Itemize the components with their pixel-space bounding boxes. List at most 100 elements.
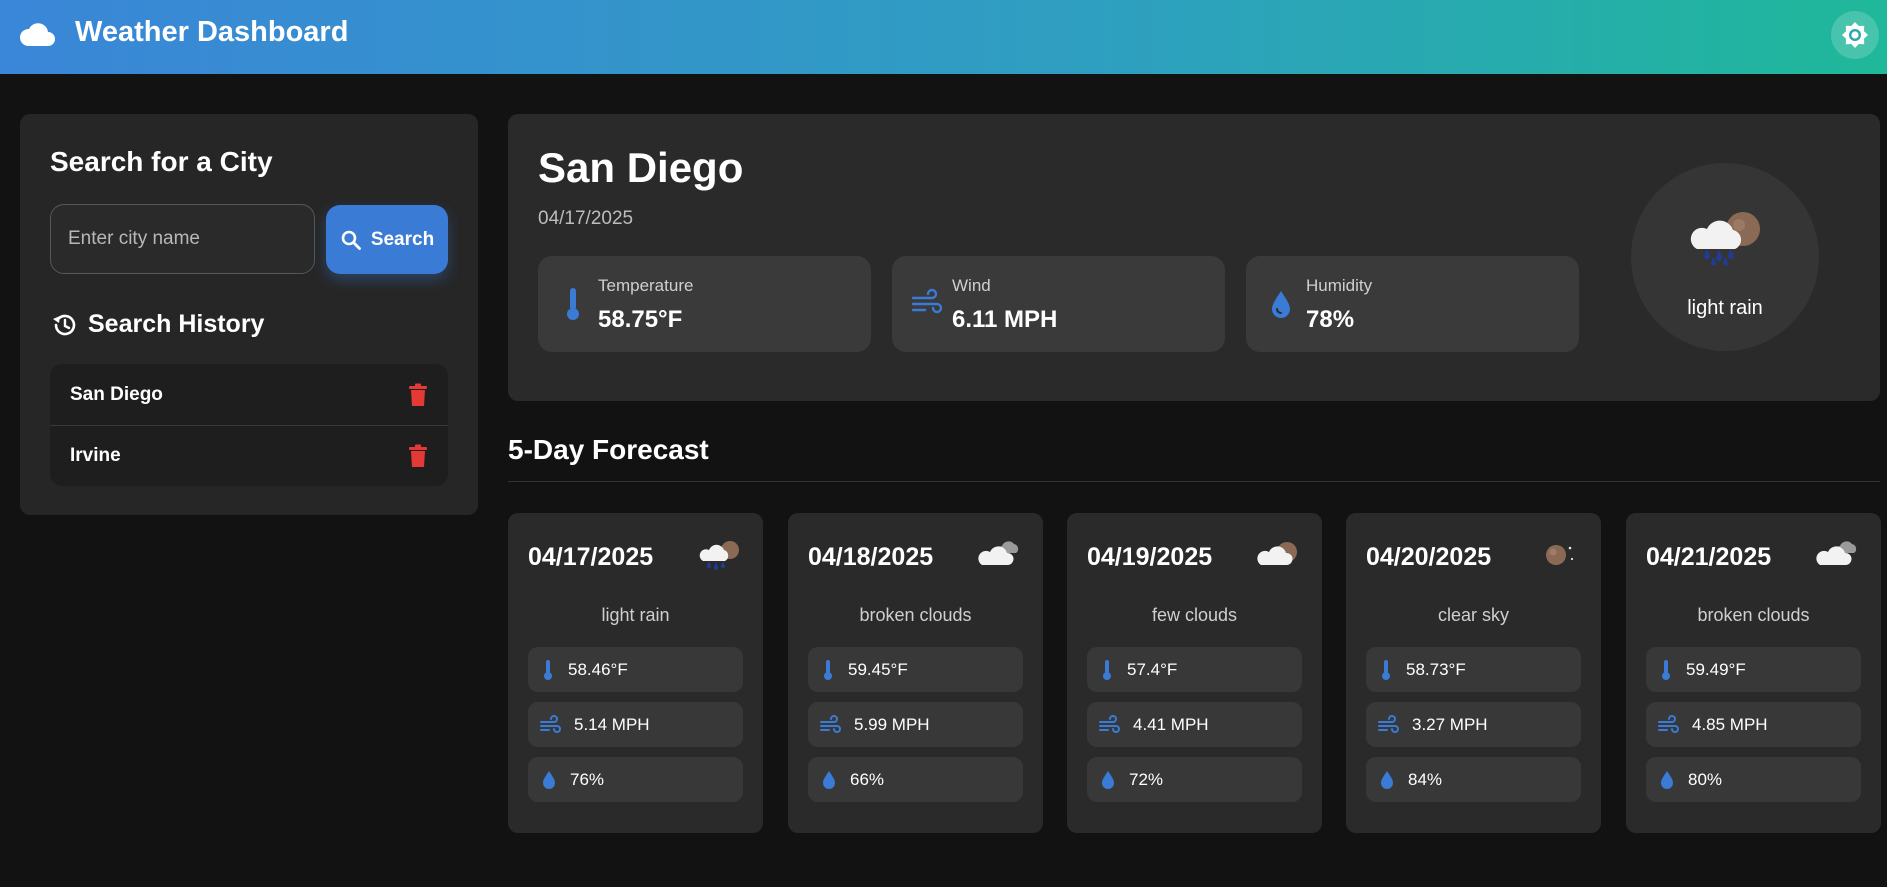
humidity-stat: Humidity 78% (1246, 256, 1579, 352)
forecast-wind: 3.27 MPH (1366, 702, 1581, 747)
app-header: Weather Dashboard (0, 0, 1887, 74)
current-condition: light rain (1631, 163, 1819, 351)
wind-stat: Wind 6.11 MPH (892, 256, 1225, 352)
forecast-humidity-value: 76% (570, 769, 605, 789)
temperature-value: 58.75°F (598, 306, 683, 333)
forecast-description: clear sky (1437, 605, 1509, 625)
forecast-temp-value: 57.4°F (1127, 659, 1178, 679)
thermometer-icon (1382, 659, 1390, 680)
history-list: San Diego Irvine (50, 364, 448, 486)
forecast-description: broken clouds (1697, 605, 1810, 625)
water-drop-icon (1381, 770, 1393, 789)
water-drop-icon (1102, 770, 1114, 789)
forecast-date: 04/21/2025 (1646, 543, 1772, 571)
history-item-san-diego[interactable]: San Diego (50, 364, 448, 425)
forecast-humidity-value: 66% (850, 769, 885, 789)
theme-toggle-button[interactable] (1831, 11, 1879, 59)
water-drop-icon (823, 770, 835, 789)
thermometer-icon (567, 288, 579, 320)
search-icon (341, 230, 361, 250)
history-item-irvine[interactable]: Irvine (50, 425, 448, 486)
clear-sky-icon (1546, 545, 1574, 565)
forecast-humidity: 80% (1646, 757, 1861, 802)
forecast-temp-value: 59.49°F (1686, 659, 1746, 679)
city-name: San Diego (538, 144, 744, 191)
forecast-title: 5-Day Forecast (508, 434, 709, 465)
forecast-wind-value: 3.27 MPH (1412, 714, 1488, 734)
forecast-card: 04/20/2025 clear sky 58.73°F 3.27 MPH 84… (1346, 513, 1601, 833)
forecast-card: 04/17/2025 light rain 58.46°F 5.14 MPH 7… (508, 513, 763, 833)
forecast-temperature: 58.73°F (1366, 647, 1581, 692)
forecast-date: 04/19/2025 (1087, 543, 1213, 571)
thermometer-icon (544, 659, 552, 680)
forecast-wind: 4.85 MPH (1646, 702, 1861, 747)
humidity-value: 78% (1306, 306, 1355, 333)
wind-icon (911, 288, 943, 314)
search-title: Search for a City (50, 146, 273, 177)
forecast-humidity-value: 84% (1408, 769, 1443, 789)
forecast-date: 04/18/2025 (808, 543, 934, 571)
wind-value: 6.11 MPH (952, 306, 1058, 333)
forecast-wind: 4.41 MPH (1087, 702, 1302, 747)
history-city-label: Irvine (70, 445, 121, 466)
forecast-humidity-value: 72% (1129, 769, 1164, 789)
forecast-description: light rain (601, 605, 670, 625)
brightness-icon (1842, 22, 1868, 48)
forecast-temperature: 59.49°F (1646, 647, 1861, 692)
rain-sun-icon (699, 541, 739, 570)
forecast-humidity: 84% (1366, 757, 1581, 802)
wind-icon (1099, 714, 1120, 733)
search-button[interactable]: Search (326, 205, 448, 274)
search-button-label: Search (370, 228, 435, 250)
current-description: light rain (1687, 297, 1763, 319)
forecast-description: few clouds (1151, 605, 1238, 625)
forecast-humidity: 72% (1087, 757, 1302, 802)
temperature-stat: Temperature 58.75°F (538, 256, 871, 352)
forecast-humidity: 66% (808, 757, 1023, 802)
forecast-wind-value: 5.99 MPH (854, 714, 930, 734)
forecast-temperature: 58.46°F (528, 647, 743, 692)
thermometer-icon (824, 659, 832, 680)
forecast-date: 04/20/2025 (1366, 543, 1492, 571)
humidity-label: Humidity (1306, 276, 1373, 295)
broken-clouds-icon (978, 541, 1019, 565)
wind-icon (1378, 714, 1399, 733)
temperature-label: Temperature (598, 276, 694, 295)
forecast-divider (508, 481, 1880, 482)
thermometer-icon (1103, 659, 1111, 680)
forecast-card: 04/19/2025 few clouds 57.4°F 4.41 MPH 72… (1067, 513, 1322, 833)
few-clouds-icon (1257, 542, 1297, 565)
water-drop-icon (1272, 291, 1290, 318)
wind-label: Wind (952, 276, 991, 295)
wind-icon (1658, 714, 1679, 733)
cloud-icon (19, 23, 56, 46)
search-panel: Search for a City Search Search History … (20, 114, 478, 515)
current-date: 04/17/2025 (538, 208, 634, 229)
history-heading: Search History (50, 310, 264, 339)
forecast-temperature: 57.4°F (1087, 647, 1302, 692)
app-title: Weather Dashboard (75, 16, 349, 48)
forecast-temperature: 59.45°F (808, 647, 1023, 692)
forecast-description: broken clouds (859, 605, 972, 625)
forecast-card: 04/18/2025 broken clouds 59.45°F 5.99 MP… (788, 513, 1043, 833)
rain-sun-icon (1690, 212, 1760, 266)
water-drop-icon (543, 770, 555, 789)
forecast-wind-value: 4.85 MPH (1692, 714, 1768, 734)
forecast-humidity-value: 80% (1688, 769, 1723, 789)
history-city-label: San Diego (70, 383, 163, 405)
forecast-temp-value: 59.45°F (848, 659, 908, 679)
history-icon (53, 314, 76, 335)
thermometer-icon (1662, 659, 1670, 680)
forecast-wind-value: 5.14 MPH (574, 714, 650, 734)
forecast-humidity: 76% (528, 757, 743, 802)
broken-clouds-icon (1816, 541, 1857, 565)
current-weather-card: San Diego 04/17/2025 Temperature 58.75°F… (508, 114, 1880, 401)
trash-icon[interactable] (408, 444, 428, 468)
forecast-wind: 5.14 MPH (528, 702, 743, 747)
city-search-input[interactable] (50, 204, 315, 274)
trash-icon[interactable] (408, 383, 428, 407)
forecast-wind: 5.99 MPH (808, 702, 1023, 747)
wind-icon (820, 714, 841, 733)
water-drop-icon (1661, 770, 1673, 789)
history-title: Search History (88, 310, 265, 338)
